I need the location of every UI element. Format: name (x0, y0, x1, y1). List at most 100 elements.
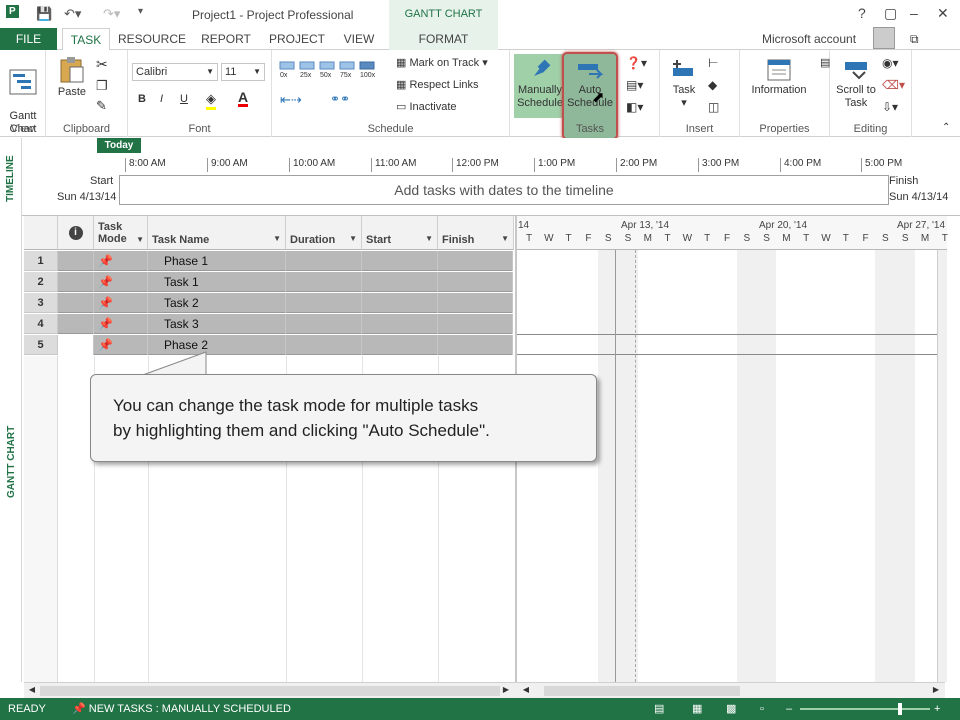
zoom-slider-thumb[interactable] (898, 703, 902, 715)
save-icon[interactable]: 💾 (36, 6, 52, 22)
start-cell[interactable] (362, 272, 438, 292)
summary-icon[interactable]: ⊢ (708, 56, 718, 70)
insert-task-button[interactable]: Task ▾ (666, 58, 702, 110)
paste-button[interactable]: Paste (52, 56, 92, 99)
manual-mode-icon[interactable]: 📌 (94, 272, 148, 292)
help-button[interactable]: ? (858, 5, 866, 21)
row-header[interactable]: 5 (24, 335, 58, 355)
start-cell[interactable] (362, 314, 438, 334)
manual-mode-icon[interactable]: 📌 (94, 251, 148, 271)
duration-cell[interactable] (286, 272, 362, 292)
highlight-color-icon[interactable]: ◈ (206, 91, 216, 110)
task-mode-header[interactable]: Task Mode ▼ (94, 216, 148, 250)
scroll-to-task-button[interactable]: Scroll to Task (834, 58, 878, 110)
font-family-select[interactable]: Calibri ▼ (132, 63, 218, 81)
cut-icon[interactable]: ✂ (96, 56, 108, 73)
pct-50-button[interactable]: 50x (320, 72, 331, 79)
pct-75-button[interactable]: 75x (340, 72, 351, 79)
tab-task[interactable]: TASK (62, 28, 110, 51)
timeline-bar[interactable]: Add tasks with dates to the timeline (119, 175, 889, 205)
italic-button[interactable]: I (160, 93, 163, 105)
duration-cell[interactable] (286, 314, 362, 334)
zoom-in-icon[interactable]: + (934, 698, 940, 720)
minimize-button[interactable]: – (910, 5, 918, 21)
new-tasks-mode[interactable]: 📌 NEW TASKS : MANUALLY SCHEDULED (72, 698, 291, 720)
manual-mode-icon[interactable]: 📌 (94, 314, 148, 334)
redo-icon[interactable]: ↷▾ (103, 6, 120, 22)
deliverable-icon[interactable]: ◫ (708, 100, 719, 114)
respect-links-button[interactable]: ▦ Respect Links (396, 78, 479, 91)
chart-scroll-left-icon[interactable]: ◀ (520, 685, 532, 697)
start-cell[interactable] (362, 293, 438, 313)
find-icon[interactable]: ◉▾ (882, 56, 899, 70)
table-row[interactable]: 📌 Task 3 (58, 314, 513, 334)
mode-icon[interactable]: ◧▾ (626, 100, 643, 114)
table-row[interactable]: 📌 Task 1 (58, 272, 513, 292)
tab-report[interactable]: REPORT (196, 28, 256, 50)
manual-mode-icon[interactable]: 📌 (94, 293, 148, 313)
copy-icon[interactable]: ❐ (96, 78, 108, 94)
start-header[interactable]: Start ▼ (362, 216, 438, 250)
manually-schedule-button[interactable]: Manually Schedule (514, 54, 566, 118)
pct-25-button[interactable]: 25x (300, 72, 311, 79)
row-header[interactable]: 3 (24, 293, 58, 313)
outdent-icon[interactable]: ⇤⇢ (280, 92, 302, 108)
tab-file[interactable]: FILE (0, 28, 57, 50)
table-row[interactable]: 📌 Phase 2 (58, 335, 513, 355)
duration-cell[interactable] (286, 251, 362, 271)
chart-scroll-right-icon[interactable]: ▶ (930, 685, 942, 697)
mark-on-track-button[interactable]: ▦ Mark on Track ▾ (396, 56, 488, 69)
duration-cell[interactable] (286, 293, 362, 313)
clear-icon[interactable]: ⌫▾ (882, 78, 905, 92)
undo-icon[interactable]: ↶▾ (64, 6, 81, 22)
finish-cell[interactable] (438, 293, 513, 313)
indicators-header[interactable]: i (58, 216, 94, 250)
row-header[interactable]: 4 (24, 314, 58, 334)
start-cell[interactable] (362, 335, 438, 355)
move-icon[interactable]: ▤▾ (626, 78, 643, 92)
indicator-cell[interactable] (58, 314, 94, 334)
fill-icon[interactable]: ⇩▾ (882, 100, 898, 114)
indicator-cell[interactable] (58, 293, 94, 313)
chart-scroll-thumb[interactable] (544, 686, 740, 696)
close-button[interactable]: ✕ (937, 5, 949, 22)
tab-view[interactable]: VIEW (338, 28, 380, 50)
task-name-cell[interactable]: Phase 1 (148, 251, 286, 271)
customize-qat-icon[interactable]: ▾ (138, 6, 143, 17)
tab-project[interactable]: PROJECT (266, 28, 328, 50)
milestone-icon[interactable]: ◆ (708, 78, 717, 92)
pct-100-button[interactable]: 100x (360, 72, 375, 79)
grid-scroll-thumb[interactable] (40, 686, 500, 696)
finish-cell[interactable] (438, 314, 513, 334)
task-usage-icon[interactable]: ▦ (692, 698, 702, 720)
restore-icon[interactable]: ⧉ (910, 32, 919, 47)
task-name-cell[interactable]: Task 2 (148, 293, 286, 313)
bold-button[interactable]: B (138, 93, 146, 105)
information-button[interactable]: Information (744, 58, 814, 97)
font-color-button[interactable]: A (238, 90, 249, 107)
format-painter-icon[interactable]: ✎ (96, 98, 107, 114)
pct-0-button[interactable]: 0x (280, 72, 287, 79)
tab-resource[interactable]: RESOURCE (117, 28, 187, 50)
indicator-cell[interactable] (58, 272, 94, 292)
tab-format[interactable]: FORMAT (389, 28, 498, 50)
indicator-cell[interactable] (58, 335, 94, 355)
collapse-ribbon-icon[interactable]: ⌃ (942, 122, 950, 133)
chart-vertical-scrollbar[interactable] (937, 250, 947, 682)
finish-header[interactable]: Finish ▼ (438, 216, 514, 250)
task-name-cell[interactable]: Task 3 (148, 314, 286, 334)
inspect-icon[interactable]: ❓▾ (626, 56, 647, 70)
link-tasks-icon[interactable]: ⚭⚭ (330, 92, 350, 106)
finish-cell[interactable] (438, 251, 513, 271)
duration-cell[interactable] (286, 335, 362, 355)
account-name[interactable]: Microsoft account (762, 28, 858, 50)
indicator-cell[interactable] (58, 251, 94, 271)
row-header[interactable]: 2 (24, 272, 58, 292)
ribbon-display-icon[interactable]: ▢ (884, 5, 897, 22)
resource-sheet-icon[interactable]: ▫ (760, 698, 764, 720)
task-name-cell[interactable]: Task 1 (148, 272, 286, 292)
table-row[interactable]: 📌 Task 2 (58, 293, 513, 313)
start-cell[interactable] (362, 251, 438, 271)
zoom-out-icon[interactable]: – (786, 698, 792, 720)
select-all-corner[interactable] (24, 216, 58, 250)
